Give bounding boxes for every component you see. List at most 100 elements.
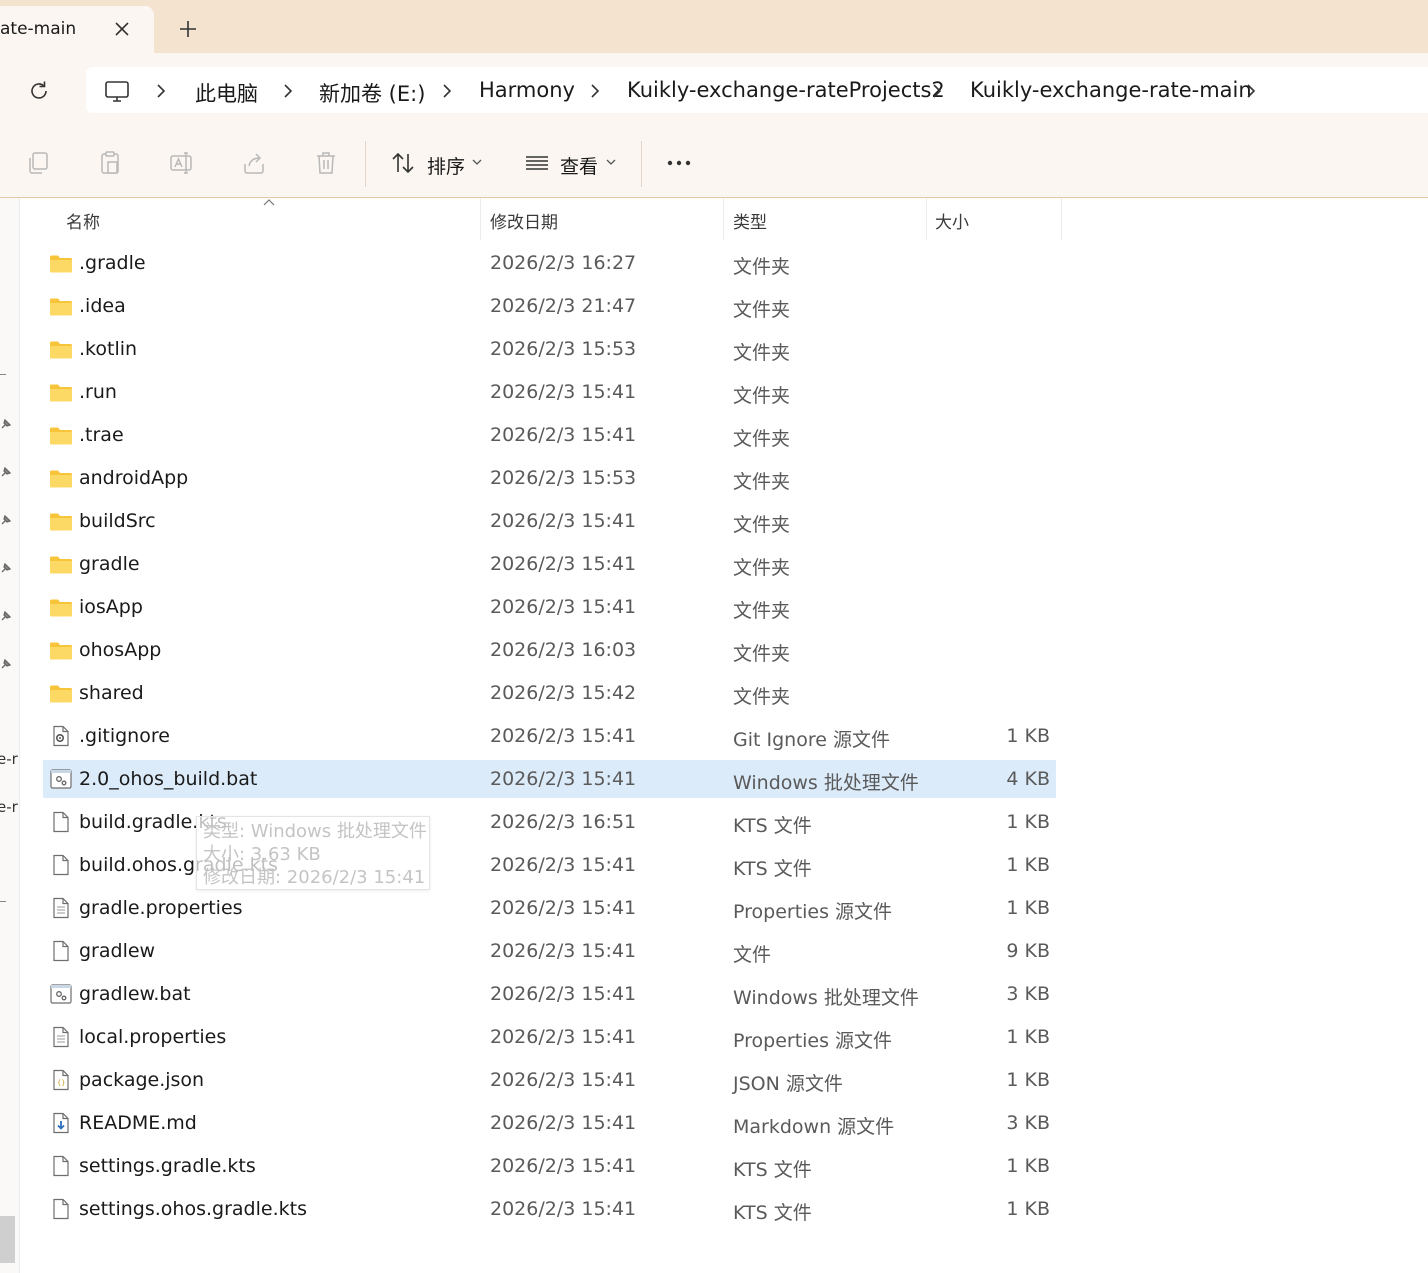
- file-row[interactable]: settings.gradle.kts 2026/2/3 15:41 KTS 文件 1…: [43, 1147, 1056, 1185]
- toolbar-divider: [365, 141, 366, 187]
- chevron-right-icon[interactable]: [283, 83, 293, 99]
- file-row[interactable]: ohosApp 2026/2/3 16:03 文件夹: [43, 631, 1056, 669]
- column-divider[interactable]: [480, 198, 481, 240]
- file-row[interactable]: shared 2026/2/3 15:42 文件夹: [43, 674, 1056, 712]
- file-row[interactable]: buildSrc 2026/2/3 15:41 文件夹: [43, 502, 1056, 540]
- computer-icon[interactable]: [104, 80, 130, 104]
- plus-icon[interactable]: [178, 19, 198, 39]
- text-file-icon: [53, 1026, 69, 1048]
- chevron-right-icon[interactable]: [932, 83, 942, 99]
- folder-icon: [50, 341, 72, 359]
- batch-file-icon: [50, 984, 72, 1004]
- file-row[interactable]: gradle.properties 2026/2/3 15:41 Propertie…: [43, 889, 1056, 927]
- file-row[interactable]: build.ohos.gradle.kts 2026/2/3 15:41 KTS 文…: [43, 846, 1056, 884]
- file-date: 2026/2/3 15:41: [490, 940, 637, 962]
- file-name: gradle: [79, 553, 140, 575]
- view-label: 查看: [560, 156, 599, 178]
- file-row[interactable]: gradle 2026/2/3 15:41 文件夹: [43, 545, 1056, 583]
- column-header-name[interactable]: 名称: [66, 208, 100, 233]
- column-divider[interactable]: [926, 198, 927, 240]
- column-header-date[interactable]: 修改日期: [490, 208, 558, 233]
- pin-icon[interactable]: [0, 562, 12, 574]
- rename-icon[interactable]: [169, 150, 195, 176]
- chevron-right-icon[interactable]: [156, 83, 166, 99]
- file-row[interactable]: 2.0_ohos_build.bat 2026/2/3 15:41 Windows …: [43, 760, 1056, 798]
- markdown-file-icon: [53, 1112, 69, 1134]
- breadcrumb-item-current[interactable]: Kuikly-exchange-rate-main: [970, 78, 1252, 102]
- breadcrumb-item-harmony[interactable]: Harmony: [479, 78, 575, 102]
- sort-button[interactable]: 排序: [388, 127, 488, 197]
- chevron-right-icon[interactable]: [590, 83, 600, 99]
- file-row[interactable]: androidApp 2026/2/3 15:53 文件夹: [43, 459, 1056, 497]
- nav-item-truncated[interactable]: e-r: [0, 750, 18, 768]
- tab-active[interactable]: ate-main: [0, 6, 154, 53]
- column-header-size[interactable]: 大小: [935, 208, 969, 233]
- column-divider[interactable]: [1061, 198, 1062, 240]
- file-type: Git Ignore 源文件: [733, 729, 890, 751]
- pin-icon[interactable]: [0, 418, 12, 430]
- file-size: 1 KB: [1006, 897, 1050, 919]
- file-date: 2026/2/3 15:41: [490, 983, 637, 1005]
- pin-icon[interactable]: [0, 514, 12, 526]
- more-icon[interactable]: [666, 150, 692, 176]
- chevron-right-icon[interactable]: [1246, 83, 1256, 99]
- pin-icon[interactable]: [0, 466, 12, 478]
- file-row[interactable]: {} package.json 2026/2/3 15:41 JSON 源文件 1 KB: [43, 1061, 1056, 1099]
- file-type: JSON 源文件: [733, 1073, 843, 1095]
- tab-strip: ate-main: [0, 0, 1428, 53]
- file-date: 2026/2/3 15:41: [490, 596, 637, 618]
- file-size: 3 KB: [1006, 1112, 1050, 1134]
- paste-icon[interactable]: [97, 150, 123, 176]
- file-row[interactable]: gradlew 2026/2/3 15:41 文件 9 KB: [43, 932, 1056, 970]
- file-date: 2026/2/3 15:41: [490, 1155, 637, 1177]
- file-type: Properties 源文件: [733, 901, 893, 923]
- pin-icon[interactable]: [0, 658, 12, 670]
- tooltip-date: 修改日期: 2026/2/3 15:41: [203, 867, 426, 888]
- file-row[interactable]: local.properties 2026/2/3 15:41 Properties…: [43, 1018, 1056, 1056]
- file-size: 1 KB: [1006, 725, 1050, 747]
- file-date: 2026/2/3 15:41: [490, 510, 637, 532]
- file-row[interactable]: .trae 2026/2/3 15:41 文件夹: [43, 416, 1056, 454]
- file-name: buildSrc: [79, 510, 156, 532]
- file-type: 文件夹: [733, 342, 791, 364]
- file-date: 2026/2/3 15:41: [490, 1069, 637, 1091]
- file-row[interactable]: .idea 2026/2/3 21:47 文件夹: [43, 287, 1056, 325]
- file-row[interactable]: build.gradle.kts 2026/2/3 16:51 KTS 文件 1 KB: [43, 803, 1056, 841]
- view-icon: [526, 156, 548, 170]
- folder-icon: [50, 298, 72, 316]
- share-icon[interactable]: [241, 150, 267, 176]
- file-name: iosApp: [79, 596, 143, 618]
- copy-icon[interactable]: [26, 150, 52, 176]
- chevron-right-icon[interactable]: [442, 83, 452, 99]
- scrollbar-thumb[interactable]: [0, 1216, 15, 1263]
- file-row[interactable]: .run 2026/2/3 15:41 文件夹: [43, 373, 1056, 411]
- file-type: KTS 文件: [733, 1202, 812, 1224]
- file-row[interactable]: iosApp 2026/2/3 15:41 文件夹: [43, 588, 1056, 626]
- file-row[interactable]: .gitignore 2026/2/3 15:41 Git Ignore 源文件 1 …: [43, 717, 1056, 755]
- file-row[interactable]: .kotlin 2026/2/3 15:53 文件夹: [43, 330, 1056, 368]
- sort-label: 排序: [427, 156, 466, 178]
- column-header-type[interactable]: 类型: [733, 208, 767, 233]
- close-icon[interactable]: [113, 20, 131, 38]
- delete-icon[interactable]: [313, 150, 339, 176]
- column-divider[interactable]: [723, 198, 724, 240]
- batch-file-icon: [50, 769, 72, 789]
- nav-item-truncated[interactable]: e-r: [0, 798, 18, 816]
- refresh-icon[interactable]: [28, 80, 50, 102]
- pin-icon[interactable]: [0, 610, 12, 622]
- file-row[interactable]: settings.ohos.gradle.kts 2026/2/3 15:41 KT…: [43, 1190, 1056, 1228]
- file-date: 2026/2/3 15:41: [490, 768, 637, 790]
- file-row[interactable]: gradlew.bat 2026/2/3 15:41 Windows 批处理文件 3 …: [43, 975, 1056, 1013]
- breadcrumb-item-drive[interactable]: 新加卷 (E:): [319, 78, 425, 108]
- file-type: 文件夹: [733, 385, 791, 407]
- file-size: 3 KB: [1006, 983, 1050, 1005]
- folder-icon: [50, 255, 72, 273]
- file-row[interactable]: .gradle 2026/2/3 16:27 文件夹: [43, 244, 1056, 282]
- file-row[interactable]: README.md 2026/2/3 15:41 Markdown 源文件 3 KB: [43, 1104, 1056, 1142]
- file-date: 2026/2/3 16:27: [490, 252, 637, 274]
- pane-divider: [0, 374, 6, 375]
- view-button[interactable]: 查看: [522, 127, 622, 197]
- breadcrumb-item-projects[interactable]: Kuikly-exchange-rateProjects2: [627, 78, 945, 102]
- breadcrumb-item-pc[interactable]: 此电脑: [195, 78, 258, 108]
- file-date: 2026/2/3 16:03: [490, 639, 637, 661]
